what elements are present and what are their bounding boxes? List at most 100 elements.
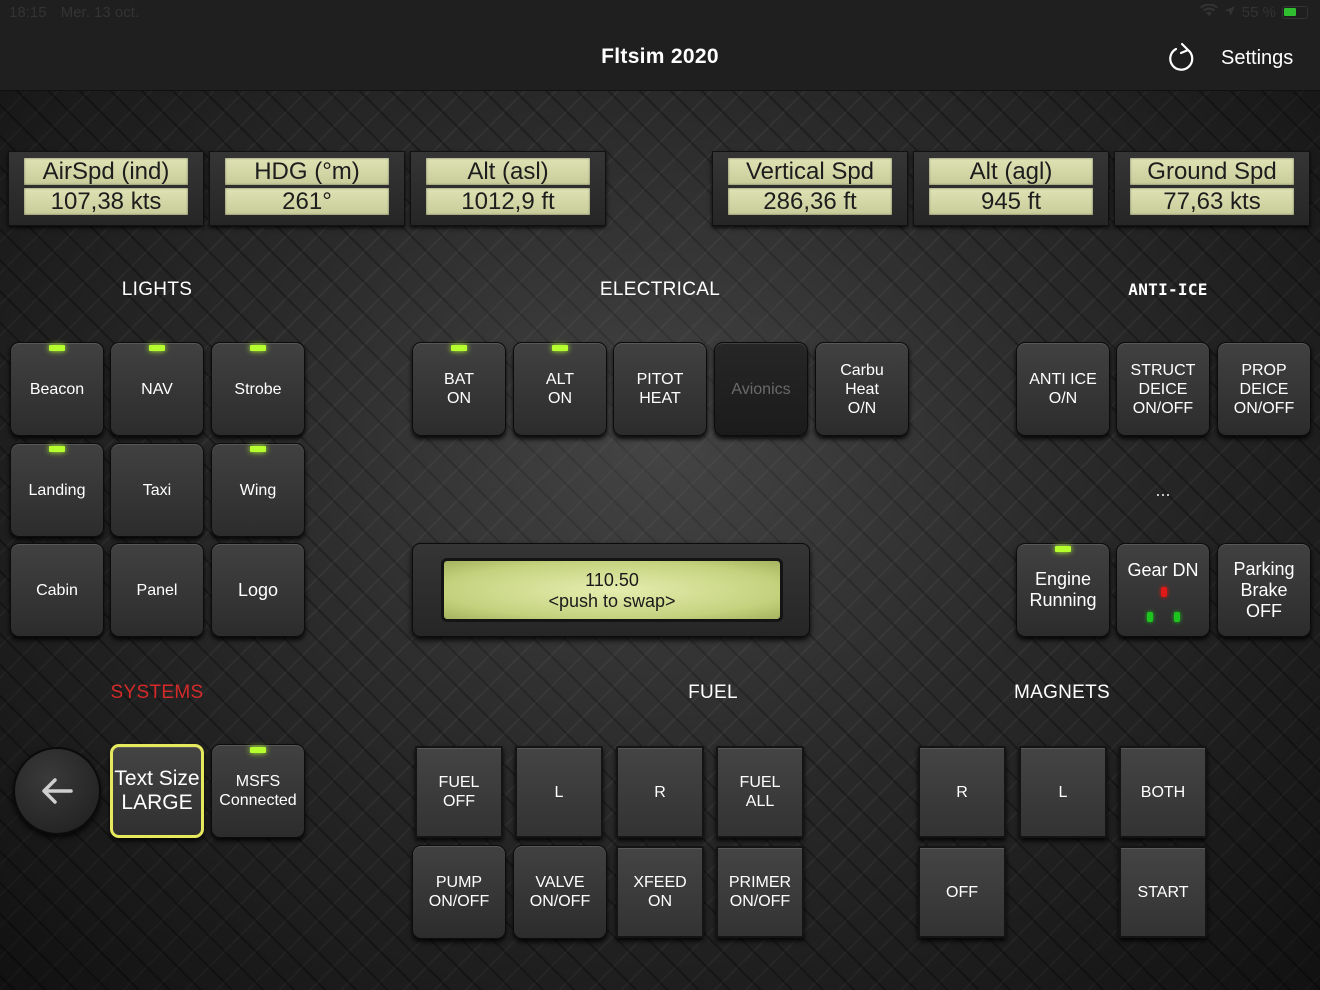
- section-title-fuel: FUEL: [688, 682, 738, 703]
- text-size-button[interactable]: Text Size LARGE: [110, 744, 204, 838]
- button-label: XFEED ON: [633, 874, 687, 910]
- button-label: PUMP ON/OFF: [428, 874, 490, 910]
- button-label: PRIMER ON/OFF: [728, 874, 792, 910]
- light-nav-button[interactable]: NAV: [110, 342, 204, 436]
- readout-value: 77,63 kts: [1130, 188, 1294, 215]
- button-label: Gear DN: [1127, 560, 1199, 580]
- led-indicator: [552, 345, 568, 351]
- light-landing-button[interactable]: Landing: [10, 443, 104, 537]
- electrical-carbu-heat-button[interactable]: Carbu Heat O/N: [815, 342, 909, 436]
- led-indicator: [451, 345, 467, 351]
- fuel-primer-button[interactable]: PRIMER ON/OFF: [716, 846, 804, 938]
- gear-nose-indicator: [1161, 587, 1167, 597]
- fuel-pump-button[interactable]: PUMP ON/OFF: [412, 845, 506, 939]
- led-indicator: [49, 345, 65, 351]
- led-indicator: [250, 345, 266, 351]
- fuel-left-button[interactable]: L: [515, 746, 603, 838]
- back-button[interactable]: [13, 747, 101, 835]
- radio-swap-display[interactable]: 110.50 <push to swap>: [441, 558, 783, 622]
- readout-label: HDG (°m): [225, 158, 389, 185]
- button-label: Taxi: [142, 481, 172, 499]
- light-strobe-button[interactable]: Strobe: [211, 342, 305, 436]
- settings-button[interactable]: Settings: [1221, 47, 1293, 70]
- readout-value: 1012,9 ft: [426, 188, 590, 215]
- location-icon: [1224, 4, 1236, 21]
- magneto-right-button[interactable]: R: [918, 746, 1006, 838]
- refresh-icon[interactable]: [1166, 42, 1198, 74]
- readout-value: 107,38 kts: [24, 188, 188, 215]
- light-logo-button[interactable]: Logo: [211, 543, 305, 637]
- button-label: Wing: [239, 481, 277, 499]
- button-label: OFF: [946, 883, 978, 901]
- button-label: Carbu Heat O/N: [840, 361, 884, 417]
- light-wing-button[interactable]: Wing: [211, 443, 305, 537]
- readout-heading: HDG (°m) 261°: [209, 151, 405, 226]
- button-label: Strobe: [234, 380, 282, 398]
- arrow-left-icon: [42, 778, 73, 804]
- light-taxi-button[interactable]: Taxi: [110, 443, 204, 537]
- led-indicator: [250, 446, 266, 452]
- magneto-both-button[interactable]: BOTH: [1119, 746, 1207, 838]
- button-label: R: [654, 783, 666, 801]
- button-label: L: [554, 783, 564, 801]
- button-label: FUEL OFF: [438, 774, 480, 810]
- section-title-anti-ice: ANTI-ICE: [1128, 280, 1208, 299]
- led-indicator: [250, 747, 266, 753]
- magneto-start-button[interactable]: START: [1119, 846, 1207, 938]
- prop-deice-button[interactable]: PROP DEICE ON/OFF: [1217, 342, 1311, 436]
- magneto-left-button[interactable]: L: [1019, 746, 1107, 838]
- readout-label: Ground Spd: [1130, 158, 1294, 185]
- led-indicator: [149, 345, 165, 351]
- readout-label: AirSpd (ind): [24, 158, 188, 185]
- msfs-connection-button[interactable]: MSFS Connected: [211, 744, 305, 838]
- light-cabin-button[interactable]: Cabin: [10, 543, 104, 637]
- gear-down-button[interactable]: Gear DN: [1116, 543, 1210, 637]
- struct-deice-button[interactable]: STRUCT DEICE ON/OFF: [1116, 342, 1210, 436]
- fuel-valve-button[interactable]: VALVE ON/OFF: [513, 845, 607, 939]
- readout-value: 945 ft: [929, 188, 1093, 215]
- section-title-electrical: ELECTRICAL: [599, 279, 721, 300]
- status-date: Mer. 13 oct.: [60, 4, 140, 21]
- button-label: ANTI ICE O/N: [1029, 371, 1097, 407]
- fuel-all-button[interactable]: FUEL ALL: [716, 746, 804, 838]
- radio-panel: 110.50 <push to swap>: [412, 543, 810, 637]
- electrical-pitot-heat-button[interactable]: PITOT HEAT: [613, 342, 707, 436]
- gear-right-indicator: [1174, 612, 1180, 622]
- electrical-avionics-button[interactable]: Avionics: [714, 342, 808, 436]
- button-label: FUEL ALL: [739, 774, 781, 810]
- button-label: BOTH: [1140, 783, 1186, 801]
- section-title-lights: LIGHTS: [121, 279, 193, 300]
- light-panel-button[interactable]: Panel: [110, 543, 204, 637]
- led-indicator: [49, 446, 65, 452]
- button-label: MSFS Connected: [219, 773, 297, 809]
- anti-ice-button[interactable]: ANTI ICE O/N: [1016, 342, 1110, 436]
- engine-running-button[interactable]: Engine Running: [1016, 543, 1110, 637]
- electrical-alt-button[interactable]: ALT ON: [513, 342, 607, 436]
- button-label: Cabin: [36, 581, 78, 599]
- button-label: Engine Running: [1029, 569, 1097, 610]
- readout-label: Alt (agl): [929, 158, 1093, 185]
- magneto-off-button[interactable]: OFF: [918, 846, 1006, 938]
- page-title: Fltsim 2020: [601, 45, 719, 68]
- battery-icon: [1282, 6, 1308, 19]
- readout-label: Vertical Spd: [728, 158, 892, 185]
- electrical-bat-button[interactable]: BAT ON: [412, 342, 506, 436]
- fuel-off-button[interactable]: FUEL OFF: [415, 746, 503, 838]
- parking-brake-button[interactable]: Parking Brake OFF: [1217, 543, 1311, 637]
- button-label: Panel: [136, 581, 178, 599]
- readout-alt-asl: Alt (asl) 1012,9 ft: [410, 151, 606, 226]
- light-beacon-button[interactable]: Beacon: [10, 342, 104, 436]
- fuel-right-button[interactable]: R: [616, 746, 704, 838]
- button-label: VALVE ON/OFF: [529, 874, 591, 910]
- more-indicator: ...: [1155, 480, 1171, 500]
- status-bar-left: 18:15 Mer. 13 oct.: [9, 4, 149, 21]
- fuel-xfeed-button[interactable]: XFEED ON: [616, 846, 704, 938]
- radio-frequency: 110.50: [585, 570, 639, 590]
- readout-value: 261°: [225, 188, 389, 215]
- battery-percent: 55 %: [1241, 4, 1276, 21]
- button-label: PROP DEICE ON/OFF: [1233, 361, 1295, 417]
- readout-label: Alt (asl): [426, 158, 590, 185]
- radio-hint: <push to swap>: [548, 591, 676, 611]
- led-indicator: [1055, 546, 1071, 552]
- top-bar: 18:15 Mer. 13 oct. 55 % Fltsim 2020 Sett…: [0, 0, 1320, 91]
